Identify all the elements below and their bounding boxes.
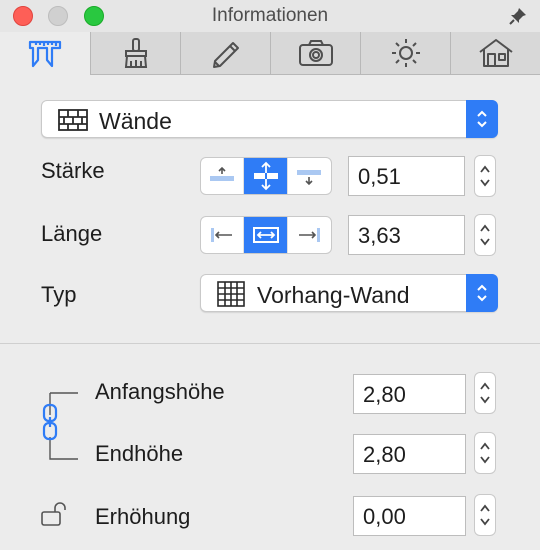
staerke-field[interactable]: 0,51: [348, 156, 465, 196]
staerke-label: Stärke: [41, 158, 105, 183]
endhoehe-stepper[interactable]: [474, 432, 496, 474]
tab-wall-dimensions[interactable]: [0, 32, 90, 75]
laenge-label: Länge: [41, 221, 103, 246]
house-icon: [478, 39, 513, 67]
curtain-wall-icon: [217, 281, 245, 307]
anfangshoehe-label: Anfangshöhe: [95, 379, 225, 404]
pencil-icon: [212, 42, 239, 68]
sun-icon: [391, 39, 420, 67]
erhoehung-value: 0,00: [363, 504, 406, 529]
staerke-stepper[interactable]: [474, 155, 496, 197]
length-align-left[interactable]: [201, 217, 245, 253]
title-bar: Informationen: [0, 0, 540, 32]
anfangshoehe-field[interactable]: 2,80: [353, 374, 466, 414]
object-type-label: Wände: [99, 108, 172, 134]
endhoehe-label: Endhöhe: [95, 441, 184, 466]
brick-wall-icon: [58, 109, 88, 131]
unlock-icon[interactable]: [40, 502, 70, 528]
anfangshoehe-stepper[interactable]: [474, 372, 496, 414]
endhoehe-value: 2,80: [363, 442, 406, 467]
thickness-alignment-control[interactable]: [200, 157, 332, 195]
endhoehe-field[interactable]: 2,80: [353, 434, 466, 474]
erhoehung-stepper[interactable]: [474, 494, 496, 536]
tab-building[interactable]: [450, 32, 540, 75]
inspector-panel: Wände Stärke 0,51 Länge 3,63 Typ Vorhang…: [0, 76, 540, 550]
chevron-updown-icon: [466, 274, 498, 312]
thickness-align-center[interactable]: [244, 158, 288, 194]
length-align-right[interactable]: [288, 217, 331, 253]
laenge-stepper[interactable]: [474, 214, 496, 256]
window-title: Informationen: [211, 5, 329, 26]
tab-lighting[interactable]: [360, 32, 450, 75]
tab-materials[interactable]: [90, 32, 180, 75]
typ-label: Typ: [41, 282, 77, 307]
length-alignment-control[interactable]: [200, 216, 332, 254]
object-type-popup[interactable]: Wände: [41, 100, 498, 138]
erhoehung-field[interactable]: 0,00: [353, 496, 466, 536]
thickness-align-top[interactable]: [201, 158, 245, 194]
thickness-align-bottom[interactable]: [288, 158, 331, 194]
staerke-value: 0,51: [358, 164, 401, 189]
section-divider: [0, 343, 540, 344]
wall-type-label: Vorhang-Wand: [257, 282, 410, 308]
caliper-icon: [28, 40, 62, 67]
camera-icon: [298, 40, 333, 66]
inspector-tabs: [0, 32, 540, 76]
tab-camera[interactable]: [270, 32, 360, 75]
laenge-field[interactable]: 3,63: [348, 215, 465, 255]
erhoehung-label: Erhöhung: [95, 504, 191, 529]
anfangshoehe-value: 2,80: [363, 382, 406, 407]
tab-edit[interactable]: [180, 32, 270, 75]
length-align-center[interactable]: [244, 217, 288, 253]
laenge-value: 3,63: [358, 223, 401, 248]
chevron-updown-icon: [466, 100, 498, 138]
chain-link-icon[interactable]: [40, 403, 60, 441]
wall-type-popup[interactable]: Vorhang-Wand: [200, 274, 498, 312]
brush-icon: [124, 38, 147, 68]
pin-icon[interactable]: [508, 6, 528, 26]
